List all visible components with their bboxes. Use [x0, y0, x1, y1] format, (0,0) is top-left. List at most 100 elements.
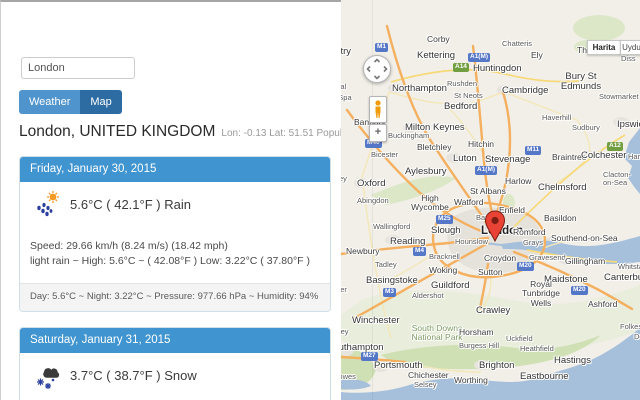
- pan-arrows-icon: [366, 58, 388, 80]
- map-label: Bury St Edmunds: [560, 71, 602, 93]
- map-label: Aldershot: [412, 291, 444, 300]
- road-badge: M11: [525, 146, 542, 155]
- map-label: Folkestone: [620, 322, 640, 331]
- map-label: Guildford: [431, 280, 470, 291]
- road-badge: M27: [361, 352, 378, 361]
- map-label: Oxford: [357, 178, 386, 189]
- map-label: Grays: [523, 238, 544, 247]
- road-badge: M20: [571, 286, 588, 295]
- map-label: Chelmsford: [538, 182, 587, 193]
- map-label: Sutton: [478, 267, 503, 277]
- map-label: Selsey: [414, 380, 437, 389]
- maptype-map-button[interactable]: Harita: [587, 40, 621, 55]
- map-label: Bicester: [371, 150, 399, 159]
- map-label: Clacton-on-Sea: [603, 170, 631, 188]
- map-label: Andover: [341, 285, 347, 294]
- map-label: St Neots: [454, 91, 483, 100]
- map-label: Stevenage: [485, 154, 531, 165]
- map-label: Southend-on-Sea: [551, 233, 618, 243]
- zoom-in-button[interactable]: +: [369, 124, 387, 142]
- high-low-range: light rain ~ High: 5.6°C ~ ( 42.08°F ) L…: [30, 255, 311, 267]
- map-label: Kettering: [417, 50, 456, 61]
- pegman-icon: [375, 100, 381, 118]
- map-label: Sudbury: [572, 123, 600, 132]
- snow-icon: [35, 361, 61, 389]
- map-label: Croydon: [484, 253, 517, 263]
- map-label: Leamington Spa: [341, 93, 352, 102]
- map-marker-pin[interactable]: [484, 210, 506, 243]
- map-label: Romford: [513, 227, 546, 237]
- tab-map[interactable]: Map: [80, 90, 122, 114]
- map-label: Rushden: [447, 79, 478, 88]
- map-canvas[interactable]: Coventry Royal Leamington Spa Corby Ketterin…: [341, 0, 640, 400]
- map-label: Bracknell: [429, 252, 460, 261]
- map-label: St Albans: [470, 186, 506, 196]
- map-label: Wallingford: [373, 222, 411, 231]
- map-label: Uckfield: [506, 334, 533, 343]
- map-label: Horsham: [459, 327, 494, 337]
- map-label: Colchester: [581, 150, 627, 161]
- rain-icon: [35, 190, 61, 218]
- map-label: Hastings: [554, 355, 591, 366]
- map-label: Huntingdon: [473, 63, 522, 74]
- map-label: South Downs National Park: [411, 323, 463, 343]
- tab-weather[interactable]: Weather: [19, 90, 81, 114]
- map-label: Northampton: [392, 83, 447, 94]
- card-footer-stats: Day: 5.6°C ~ Night: 3.22°C ~ Pressure: 9…: [20, 283, 330, 311]
- map-label: Abingdon: [357, 196, 389, 205]
- map-label: Bedford: [444, 101, 478, 112]
- road-badge: A12: [607, 142, 623, 151]
- map-label: Cambridge: [502, 85, 549, 96]
- map-label: Reading: [390, 236, 426, 247]
- map-label: Canterbury: [604, 272, 640, 283]
- map-label: Eastbourne: [520, 371, 569, 382]
- road-badge: A1(M): [475, 166, 498, 175]
- forecast-card-friday: Friday, January 30, 2015 5.6°C (42.1°F …: [19, 156, 331, 312]
- map-label: Woking: [429, 265, 458, 275]
- map-label: Dover: [634, 332, 640, 341]
- map-label: Gillingham: [565, 256, 606, 266]
- map-label: Gravesend: [529, 253, 566, 262]
- pegman-control[interactable]: [369, 96, 387, 123]
- map-label: Watford: [454, 197, 484, 207]
- map-label: Harlow: [505, 176, 532, 186]
- temperature-summary: 3.7°C ( 38.7°F ) Snow: [70, 367, 197, 383]
- map-label: Newbury: [346, 246, 380, 256]
- map-label: Slough: [431, 225, 461, 236]
- map-label: Corby: [427, 34, 450, 44]
- map-label: Witney: [341, 174, 347, 183]
- map-label: Bletchley: [417, 142, 452, 152]
- page-title: London, UNITED KINGDOM: [19, 123, 216, 140]
- map-label: Crawley: [476, 305, 511, 316]
- map-label: Ashford: [588, 299, 618, 309]
- road-badge: A1(M): [468, 53, 491, 62]
- map-label: Chichester: [408, 370, 449, 380]
- map-label: Stowmarket: [599, 92, 639, 101]
- road-badge: M25: [436, 215, 453, 224]
- temp-row: 3.7°C ( 38.7°F ) Snow: [35, 361, 197, 389]
- temp-row: 5.6°C ( 42.1°F ) Rain: [35, 190, 191, 218]
- map-label: Hounslow: [455, 237, 488, 246]
- map-label: Ely: [531, 50, 543, 60]
- map-label: Buckingham: [388, 131, 430, 140]
- map-label: Worthing: [454, 375, 488, 385]
- search-input[interactable]: [21, 57, 135, 79]
- pan-control[interactable]: [363, 55, 391, 83]
- road-badge: M3: [383, 288, 397, 297]
- map-label: Aylesbury: [405, 166, 447, 177]
- weather-pane: Weather Map London, UNITED KINGDOMLon: -…: [0, 0, 375, 400]
- map-label: Burgess Hill: [459, 341, 500, 350]
- map-label: Ipswich: [617, 119, 640, 130]
- map-label: Chatteris: [502, 39, 533, 48]
- map-label: Basildon: [544, 213, 577, 223]
- map-label: Brighton: [479, 360, 515, 371]
- maptype-satellite-button[interactable]: Uydu: [620, 40, 640, 55]
- road-badge: A14: [453, 63, 469, 72]
- road-badge: M4: [413, 247, 427, 256]
- view-toggle: Weather Map: [19, 90, 122, 114]
- map-label: Winchester: [352, 315, 400, 326]
- forecast-card-saturday: Saturday, January 31, 2015 3.7°C (38.7°…: [19, 327, 331, 400]
- map-label: Luton: [453, 153, 477, 164]
- map-label: Whitstable: [618, 262, 640, 271]
- map-label: Haverhill: [542, 113, 572, 122]
